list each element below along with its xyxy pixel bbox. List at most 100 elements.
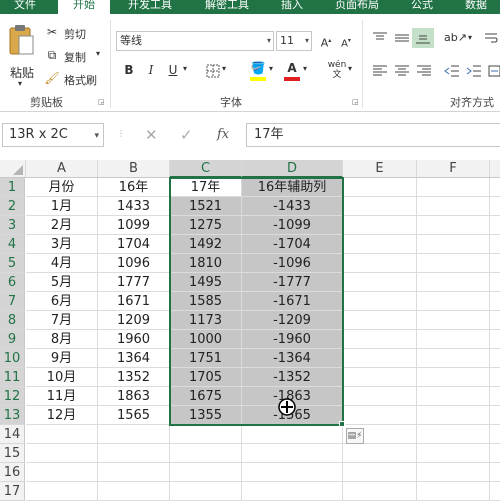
cell[interactable] bbox=[242, 425, 343, 444]
wrap-text-icon[interactable] bbox=[484, 31, 498, 45]
cell[interactable]: 1099 bbox=[98, 216, 170, 235]
paste-button[interactable]: 粘贴 ▾ bbox=[6, 24, 38, 88]
cell[interactable]: -1960 bbox=[242, 330, 343, 349]
cell[interactable]: -1352 bbox=[242, 368, 343, 387]
cell[interactable]: 1810 bbox=[170, 254, 242, 273]
cell[interactable] bbox=[170, 482, 242, 501]
column-header-f[interactable]: F bbox=[417, 160, 490, 178]
cell[interactable] bbox=[98, 444, 170, 463]
cell[interactable]: 1521 bbox=[170, 197, 242, 216]
cell[interactable] bbox=[26, 463, 98, 482]
tab-file[interactable]: 文件 bbox=[0, 0, 50, 14]
cell[interactable] bbox=[343, 178, 417, 197]
cell[interactable] bbox=[417, 330, 490, 349]
cell[interactable] bbox=[490, 273, 500, 292]
cell[interactable] bbox=[170, 444, 242, 463]
cell[interactable] bbox=[490, 292, 500, 311]
cell[interactable]: 1364 bbox=[98, 349, 170, 368]
cell[interactable] bbox=[490, 178, 500, 197]
cell[interactable]: -1096 bbox=[242, 254, 343, 273]
cell[interactable]: 2月 bbox=[26, 216, 98, 235]
row-header[interactable]: 7 bbox=[0, 292, 25, 311]
cell[interactable] bbox=[343, 197, 417, 216]
cell[interactable]: 1096 bbox=[98, 254, 170, 273]
cell[interactable] bbox=[343, 292, 417, 311]
column-header-e[interactable]: E bbox=[343, 160, 417, 178]
cell[interactable]: 1352 bbox=[98, 368, 170, 387]
cell[interactable] bbox=[490, 197, 500, 216]
cell[interactable] bbox=[26, 425, 98, 444]
cell[interactable] bbox=[343, 216, 417, 235]
cell[interactable] bbox=[490, 463, 500, 482]
bold-button[interactable]: B bbox=[122, 62, 136, 78]
cell[interactable]: 1585 bbox=[170, 292, 242, 311]
copy-button[interactable]: ⧉ 复制 ▾ bbox=[44, 47, 104, 65]
name-box[interactable]: 13R x 2C ▾ bbox=[2, 123, 104, 147]
cell[interactable]: 8月 bbox=[26, 330, 98, 349]
row-header[interactable]: 5 bbox=[0, 254, 25, 273]
formula-input[interactable]: 17年 bbox=[246, 123, 500, 147]
cell[interactable]: 1960 bbox=[98, 330, 170, 349]
cell[interactable] bbox=[98, 482, 170, 501]
worksheet-grid[interactable]: ABCDEF 1 月份 16年 17年 16年辅助列 2 1月 1433 1521 -1433 3 2… bbox=[0, 160, 500, 501]
row-header[interactable]: 16 bbox=[0, 463, 25, 482]
cell[interactable] bbox=[490, 235, 500, 254]
cell[interactable] bbox=[490, 482, 500, 501]
quick-analysis-button[interactable]: ▤⚡ bbox=[346, 428, 364, 444]
cell[interactable] bbox=[343, 387, 417, 406]
cell[interactable]: 1565 bbox=[98, 406, 170, 425]
row-header[interactable]: 14 bbox=[0, 425, 25, 444]
column-header-next[interactable] bbox=[490, 160, 500, 178]
increase-indent-icon[interactable] bbox=[466, 64, 482, 78]
tab-page-layout[interactable]: 页面布局 bbox=[326, 0, 388, 14]
cell[interactable]: 1492 bbox=[170, 235, 242, 254]
cell[interactable] bbox=[98, 463, 170, 482]
cell[interactable] bbox=[242, 482, 343, 501]
cell[interactable]: -1777 bbox=[242, 273, 343, 292]
cell[interactable]: 1000 bbox=[170, 330, 242, 349]
cell[interactable]: 1433 bbox=[98, 197, 170, 216]
cell[interactable] bbox=[417, 406, 490, 425]
select-all-corner[interactable] bbox=[0, 160, 26, 178]
cell[interactable] bbox=[242, 463, 343, 482]
phonetic-guide-button[interactable]: wén 文 ▾ bbox=[326, 60, 356, 82]
decrease-font-size-icon[interactable]: A▾ bbox=[338, 33, 354, 52]
cell[interactable]: 1495 bbox=[170, 273, 242, 292]
align-bottom-button[interactable] bbox=[412, 28, 434, 48]
cell[interactable] bbox=[417, 235, 490, 254]
cell[interactable] bbox=[242, 444, 343, 463]
tab-home[interactable]: 开始 bbox=[58, 0, 110, 14]
cell[interactable] bbox=[170, 425, 242, 444]
cell[interactable] bbox=[417, 216, 490, 235]
merge-center-icon[interactable] bbox=[488, 64, 500, 78]
cell[interactable] bbox=[490, 254, 500, 273]
chevron-down-icon[interactable]: ▾ bbox=[468, 33, 472, 42]
cell[interactable]: 4月 bbox=[26, 254, 98, 273]
cell[interactable]: -1364 bbox=[242, 349, 343, 368]
cell[interactable] bbox=[490, 349, 500, 368]
row-header[interactable]: 4 bbox=[0, 235, 25, 254]
cell[interactable]: 17年 bbox=[170, 178, 242, 197]
cell[interactable] bbox=[490, 406, 500, 425]
cell[interactable]: 16年辅助列 bbox=[242, 178, 343, 197]
cell[interactable]: 1675 bbox=[170, 387, 242, 406]
align-center-icon[interactable] bbox=[394, 64, 410, 78]
row-header[interactable]: 2 bbox=[0, 197, 25, 216]
cell[interactable] bbox=[417, 349, 490, 368]
cell[interactable]: 1751 bbox=[170, 349, 242, 368]
italic-button[interactable]: I bbox=[144, 62, 158, 78]
cell[interactable] bbox=[343, 254, 417, 273]
row-header[interactable]: 8 bbox=[0, 311, 25, 330]
cell[interactable]: -1433 bbox=[242, 197, 343, 216]
cut-button[interactable]: ✂ 剪切 bbox=[44, 24, 90, 42]
align-top-icon[interactable] bbox=[372, 31, 388, 45]
cell[interactable] bbox=[417, 482, 490, 501]
row-header[interactable]: 13 bbox=[0, 406, 25, 425]
tab-developer[interactable]: 开发工具 bbox=[118, 0, 182, 14]
cell[interactable]: 1月 bbox=[26, 197, 98, 216]
cell[interactable]: 1777 bbox=[98, 273, 170, 292]
row-header[interactable]: 3 bbox=[0, 216, 25, 235]
cell[interactable] bbox=[343, 406, 417, 425]
tab-decrypt-tools[interactable]: 解密工具 bbox=[196, 0, 258, 14]
cell[interactable] bbox=[417, 273, 490, 292]
